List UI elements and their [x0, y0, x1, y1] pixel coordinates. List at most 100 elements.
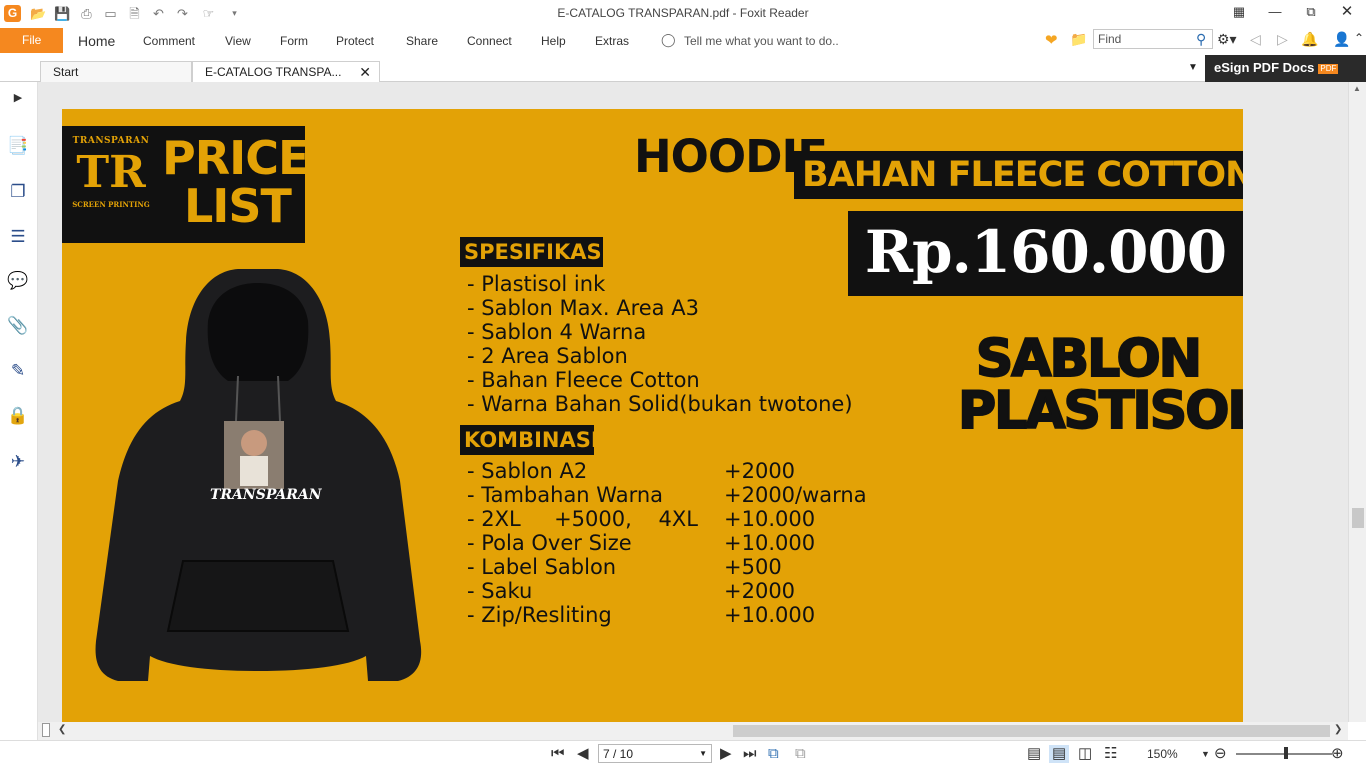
- maximize-button[interactable]: ⧉: [1293, 0, 1329, 26]
- spec-item: - Sablon Max. Area A3: [467, 296, 699, 320]
- bookmark-icon[interactable]: 📑: [7, 135, 29, 157]
- single-page-icon[interactable]: ▤: [1027, 745, 1041, 763]
- file-menu-button[interactable]: File: [0, 28, 63, 53]
- continuous-facing-icon[interactable]: ☷: [1104, 745, 1117, 763]
- spec-heading: SPESIFIKASI: [460, 237, 609, 267]
- previous-view-status-icon[interactable]: ⧉: [768, 745, 779, 763]
- comments-icon[interactable]: 💬: [7, 270, 29, 292]
- next-view-icon[interactable]: ▷: [1277, 31, 1288, 48]
- tab-document[interactable]: E-CATALOG TRANSPA... ✕: [192, 61, 380, 82]
- attachments-icon[interactable]: 📎: [7, 315, 29, 337]
- price-list-block: TRANSPARAN TR SCREEN PRINTING PRICE LIST: [62, 126, 309, 243]
- horizontal-scrollbar[interactable]: ❮ ❯: [38, 722, 1348, 740]
- scroll-right-icon[interactable]: ❯: [1334, 724, 1342, 735]
- tab-document-label: E-CATALOG TRANSPA...: [205, 65, 342, 79]
- close-button[interactable]: ✕: [1329, 0, 1365, 26]
- menu-comment[interactable]: Comment: [143, 34, 195, 48]
- combo-name: - Pola Over Size: [467, 531, 632, 555]
- scroll-up-icon[interactable]: ▲: [1353, 84, 1361, 93]
- menu-extras[interactable]: Extras: [595, 34, 629, 48]
- menu-connect[interactable]: Connect: [467, 34, 512, 48]
- lightbulb-icon: ◯: [661, 32, 676, 47]
- search-placeholder: Find: [1098, 32, 1122, 46]
- restore-view-icon[interactable]: ▦: [1221, 0, 1257, 26]
- user-account-icon[interactable]: 👤: [1333, 31, 1350, 48]
- combo-name: - Zip/Resliting: [467, 603, 612, 627]
- hoodie-image: [95, 269, 422, 681]
- esign-label: eSign PDF Docs: [1214, 60, 1315, 75]
- combo-price: +10.000: [724, 507, 816, 531]
- spec-item: - Plastisol ink: [467, 272, 606, 296]
- close-tab-icon[interactable]: ✕: [359, 62, 371, 82]
- price-word: PRICE: [162, 131, 309, 185]
- menu-help[interactable]: Help: [541, 34, 566, 48]
- search-icon[interactable]: ⚲: [1196, 31, 1206, 48]
- security-lock-icon[interactable]: 🔒: [7, 405, 29, 427]
- menu-protect[interactable]: Protect: [336, 34, 374, 48]
- spec-item: - Sablon 4 Warna: [467, 320, 647, 344]
- zoom-dropdown-icon[interactable]: ▼: [1201, 745, 1210, 763]
- next-page-icon[interactable]: ▶: [720, 745, 732, 763]
- spec-item: - Bahan Fleece Cotton: [467, 368, 700, 392]
- settings-gear-icon[interactable]: ⚙▾: [1217, 31, 1237, 48]
- combo-price: +2000: [724, 459, 796, 483]
- last-page-icon[interactable]: ⏭: [743, 745, 757, 763]
- document-view-area[interactable]: TRANSPARAN TR SCREEN PRINTING PRICE LIST…: [38, 82, 1348, 722]
- spec-item: - Warna Bahan Solid(bukan twotone): [467, 392, 853, 416]
- search-input[interactable]: Find: [1093, 29, 1213, 49]
- heart-icon[interactable]: ❤: [1045, 31, 1058, 49]
- next-view-status-icon[interactable]: ⧉: [795, 745, 806, 763]
- layers-icon[interactable]: ☰: [7, 226, 29, 248]
- tab-start[interactable]: Start: [40, 61, 192, 82]
- menu-view[interactable]: View: [225, 34, 251, 48]
- folder-search-icon[interactable]: 📁: [1070, 31, 1087, 48]
- combo-name: - 2XL +5000, 4XL: [467, 507, 698, 531]
- pdf-page: TRANSPARAN TR SCREEN PRINTING PRICE LIST…: [62, 109, 1243, 722]
- combo-name: - Label Sablon: [467, 555, 617, 579]
- expand-panel-icon[interactable]: ▶: [7, 87, 29, 109]
- tab-start-label: Start: [53, 65, 79, 79]
- page-dropdown-icon[interactable]: ▼: [699, 747, 707, 761]
- spec-item: - 2 Area Sablon: [467, 344, 628, 368]
- logo-top-text: TRANSPARAN: [72, 136, 150, 146]
- combo-price: +10.000: [724, 531, 816, 555]
- menu-share[interactable]: Share: [406, 34, 438, 48]
- vertical-scrollbar[interactable]: ▲: [1348, 82, 1366, 722]
- combo-name: - Sablon A2: [467, 459, 588, 483]
- minimize-button[interactable]: —: [1257, 0, 1293, 26]
- zoom-level[interactable]: 150%: [1147, 745, 1178, 763]
- sablon-plastisol-badge: SABLON PLASTISOL: [957, 332, 1243, 438]
- combo-price: +2000/warna: [724, 483, 867, 507]
- panel-splitter-handle[interactable]: [42, 723, 50, 737]
- esign-button[interactable]: eSign PDF Docs PDF: [1205, 55, 1366, 82]
- signature-panel-icon[interactable]: ✎: [7, 360, 29, 382]
- tab-list-dropdown-icon[interactable]: ▼: [1188, 62, 1198, 73]
- first-page-icon[interactable]: ⏮: [551, 745, 565, 763]
- vertical-scroll-thumb[interactable]: [1352, 508, 1364, 528]
- scroll-left-icon[interactable]: ❮: [58, 724, 66, 735]
- material-banner: BAHAN FLEECE COTTON: [794, 151, 1243, 199]
- horizontal-scroll-thumb[interactable]: [733, 725, 1330, 737]
- zoom-slider-thumb[interactable]: [1284, 747, 1288, 759]
- zoom-out-icon[interactable]: ⊖: [1214, 745, 1227, 763]
- facing-page-icon[interactable]: ◫: [1078, 745, 1092, 763]
- esign-badge: PDF: [1318, 63, 1339, 74]
- continuous-page-icon[interactable]: ▤: [1049, 745, 1070, 763]
- notification-bell-icon[interactable]: 🔔: [1301, 31, 1318, 48]
- ribbon-collapse-icon[interactable]: ⌃: [1354, 31, 1364, 45]
- menu-home[interactable]: Home: [78, 33, 115, 49]
- tell-me-input[interactable]: Tell me what you want to do..: [684, 34, 839, 48]
- previous-view-icon[interactable]: ◁: [1250, 31, 1261, 48]
- menu-form[interactable]: Form: [280, 34, 308, 48]
- price-banner: Rp.160.000: [848, 211, 1243, 296]
- price-list-title: PRICE LIST: [162, 131, 309, 230]
- material-text: BAHAN FLEECE COTTON: [802, 155, 1243, 195]
- page-number-input[interactable]: 7 / 10 ▼: [598, 744, 712, 763]
- certificate-icon[interactable]: ✈: [7, 451, 29, 473]
- combo-name: - Saku: [467, 579, 533, 603]
- pages-icon[interactable]: ❐: [7, 181, 29, 203]
- zoom-in-icon[interactable]: ⊕: [1331, 745, 1344, 763]
- logo-bottom-text: SCREEN PRINTING: [72, 200, 150, 209]
- page-number-value: 7 / 10: [603, 747, 634, 761]
- previous-page-icon[interactable]: ◀: [577, 745, 589, 763]
